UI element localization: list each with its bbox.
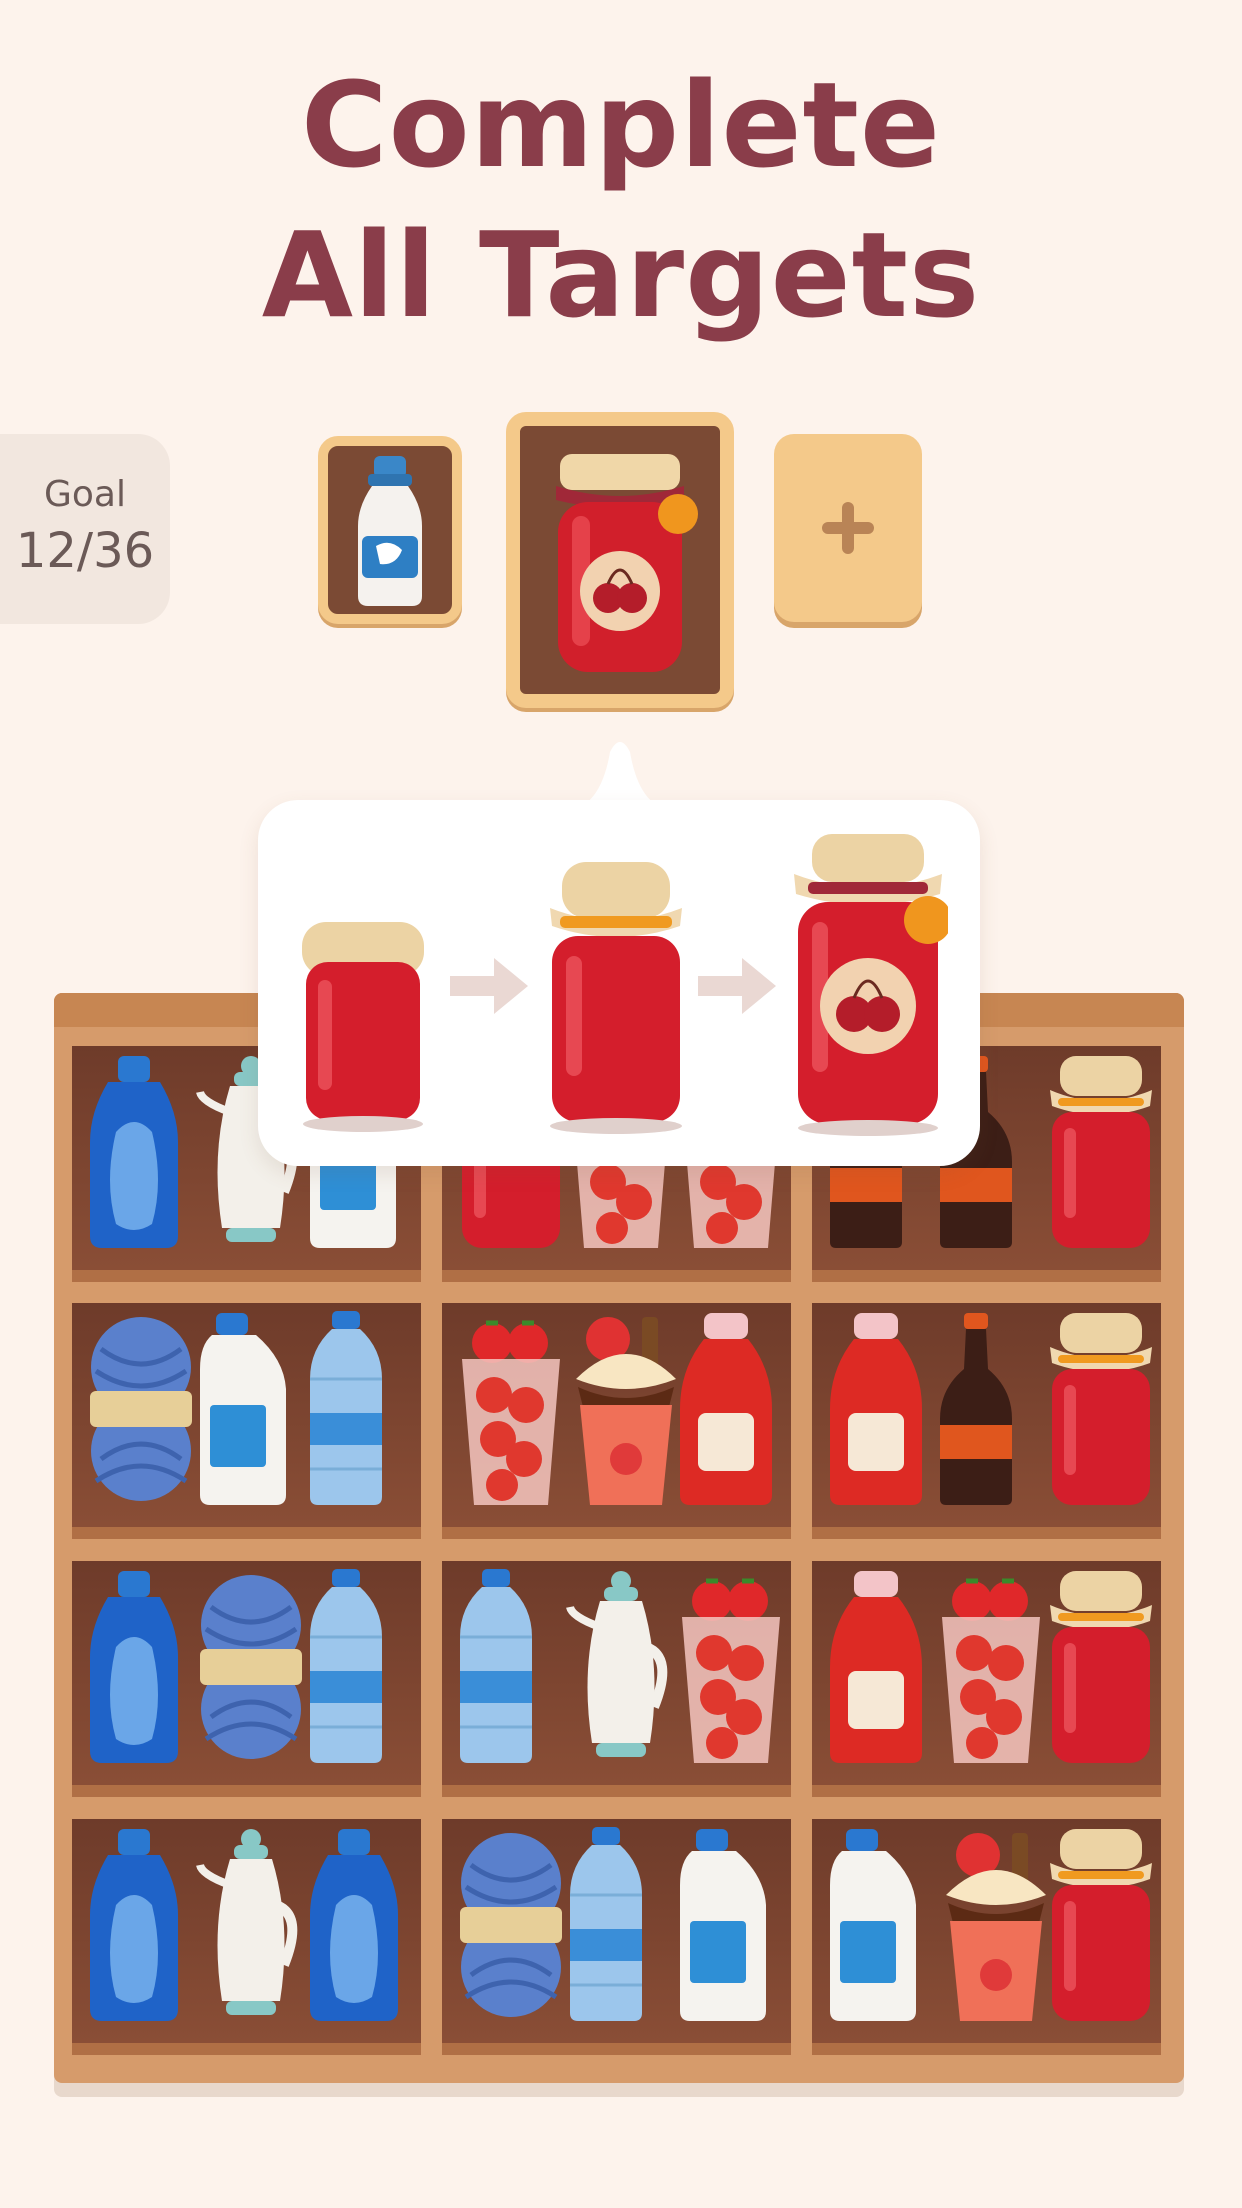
yarn-icon[interactable] [196,1567,306,1771]
water-bottle-icon[interactable] [566,1825,646,2029]
add-target-slot-button[interactable] [774,434,922,622]
cherry-jam-jar-icon [556,454,698,672]
cola-icon[interactable] [936,1309,1016,1513]
detergent-icon[interactable] [306,1825,402,2029]
ketchup-icon[interactable] [826,1567,926,1771]
title-line-2: All Targets [261,206,981,344]
water-bottle-icon[interactable] [456,1567,536,1771]
arrow-right-icon [450,958,528,1014]
strawberry-sundae-icon[interactable] [566,1309,686,1513]
water-bottle-icon[interactable] [306,1309,386,1513]
tomato-cup-icon[interactable] [936,1567,1046,1771]
tomato-cup-icon[interactable] [456,1309,566,1513]
milk-jug-icon[interactable] [826,1825,922,2029]
arrow-right-icon [698,958,776,1014]
shelf-cell[interactable] [442,1561,791,1797]
water-bottle-icon[interactable] [306,1567,386,1771]
detergent-icon[interactable] [86,1825,182,2029]
teapot-icon[interactable] [566,1567,676,1771]
shelf-cell[interactable] [72,1303,421,1539]
teapot-icon[interactable] [196,1825,306,2029]
target-slot-cherry-jam[interactable] [506,412,734,708]
goal-panel: Goal 12/36 [0,434,170,624]
shelf-cell[interactable] [812,1303,1161,1539]
title-line-1: Complete [300,56,941,194]
shelf-cell[interactable] [442,1303,791,1539]
upgrade-popup [258,800,980,1166]
jam-jar-plain-icon [302,922,424,1132]
shelf-cell[interactable] [812,1561,1161,1797]
shelf-cell[interactable] [442,1819,791,2055]
milk-bottle-icon [358,456,422,606]
detergent-icon[interactable] [86,1567,182,1771]
jam-icon[interactable] [1046,1309,1156,1513]
ketchup-icon[interactable] [676,1309,776,1513]
yarn-icon[interactable] [456,1825,566,2029]
tomato-cup-icon[interactable] [676,1567,786,1771]
jam-icon[interactable] [1046,1567,1156,1771]
shelf-cell[interactable] [72,1561,421,1797]
jam-jar-ribbon-icon [550,862,682,1134]
target-slot-milk[interactable] [318,436,462,624]
cherry-jam-jar-icon [794,834,948,1136]
ketchup-icon[interactable] [826,1309,926,1513]
plus-icon [818,498,878,558]
milk-jug-icon[interactable] [676,1825,772,2029]
goal-label: Goal [44,474,126,515]
shelf-cell[interactable] [812,1819,1161,2055]
goal-count: 12/36 [15,523,155,579]
jam-icon[interactable] [1046,1052,1156,1256]
jam-icon[interactable] [1046,1825,1156,2029]
milk-jug-icon[interactable] [196,1309,292,1513]
strawberry-sundae-icon[interactable] [936,1825,1056,2029]
shelf-cell[interactable] [72,1819,421,2055]
yarn-icon[interactable] [86,1309,196,1513]
detergent-icon[interactable] [86,1052,182,1256]
